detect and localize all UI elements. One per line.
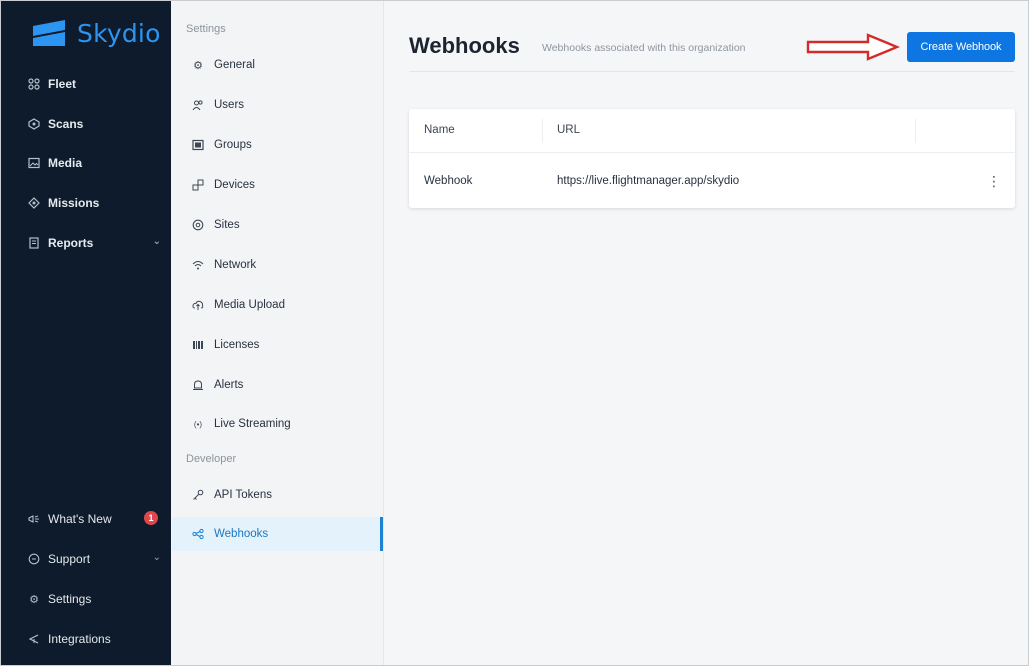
nav-label: Missions	[48, 196, 100, 210]
settings-item-label: Alerts	[214, 379, 244, 391]
notification-badge: 1	[144, 511, 158, 525]
settings-item-devices[interactable]: Devices	[191, 173, 383, 197]
scan-icon	[28, 118, 40, 130]
groups-icon	[191, 139, 205, 151]
nav-label: Fleet	[48, 77, 77, 91]
settings-item-users[interactable]: Users	[191, 93, 383, 117]
settings-item-label: Groups	[214, 139, 252, 151]
plug-icon	[28, 633, 40, 645]
table-row[interactable]: Webhook https://live.flightmanager.app/s…	[409, 154, 1015, 208]
settings-item-general[interactable]: ⚙ General	[191, 53, 383, 77]
nav-item-reports[interactable]: Reports ⌄	[28, 232, 163, 254]
settings-item-label: Network	[214, 259, 257, 271]
wifi-icon	[191, 259, 205, 271]
create-webhook-button[interactable]: Create Webhook	[907, 32, 1015, 62]
settings-item-webhooks[interactable]: Webhooks	[172, 517, 383, 551]
settings-item-licenses[interactable]: Licenses	[191, 333, 383, 357]
main-nav: Skydio Fleet Scans Media Missions Report…	[1, 1, 171, 665]
gear-icon: ⚙	[193, 59, 203, 72]
settings-item-api-tokens[interactable]: API Tokens	[191, 483, 383, 507]
settings-item-label: Media Upload	[214, 299, 285, 311]
section-heading-settings: Settings	[186, 23, 226, 35]
column-header-url[interactable]: URL	[557, 124, 580, 136]
main-content: Webhooks Webhooks associated with this o…	[384, 1, 1028, 665]
megaphone-icon	[28, 513, 40, 525]
chat-icon	[28, 553, 40, 565]
settings-item-label: Users	[214, 99, 245, 111]
settings-item-label: API Tokens	[214, 489, 272, 501]
section-heading-developer: Developer	[186, 453, 237, 465]
nav-item-missions[interactable]: Missions	[28, 192, 163, 214]
chevron-down-icon: ⌄	[152, 552, 161, 563]
users-icon	[191, 99, 205, 111]
annotation-arrow-icon	[806, 33, 900, 61]
settings-item-label: Sites	[214, 219, 240, 231]
chevron-down-icon: ⌄	[152, 236, 161, 247]
nav-label: Scans	[48, 117, 84, 131]
skydio-logo[interactable]: Skydio	[31, 18, 161, 48]
nav-label: Reports	[48, 236, 94, 250]
nav-item-media[interactable]: Media	[28, 152, 163, 174]
drone-icon	[28, 78, 40, 90]
page-subtitle: Webhooks associated with this organizati…	[542, 42, 746, 54]
broadcast-icon: (•)	[193, 419, 203, 429]
nav-item-fleet[interactable]: Fleet	[28, 73, 163, 95]
location-pin-icon	[191, 219, 205, 231]
nav-label: Support	[48, 552, 91, 566]
webhook-name: Webhook	[424, 175, 473, 187]
nav-item-integrations[interactable]: Integrations	[28, 628, 163, 650]
logo-text: Skydio	[77, 18, 161, 48]
settings-item-network[interactable]: Network	[191, 253, 383, 277]
image-icon	[28, 157, 40, 169]
settings-item-live-streaming[interactable]: (•) Live Streaming	[191, 412, 383, 436]
settings-item-label: Licenses	[214, 339, 260, 351]
page-title: Webhooks	[409, 33, 520, 58]
nav-item-scans[interactable]: Scans	[28, 113, 163, 135]
nav-item-support[interactable]: Support ⌄	[28, 548, 163, 570]
column-header-name[interactable]: Name	[424, 124, 455, 136]
nav-label: Settings	[48, 592, 92, 606]
barcode-icon	[191, 339, 205, 351]
column-divider	[542, 119, 543, 143]
settings-item-groups[interactable]: Groups	[191, 133, 383, 157]
settings-menu: Settings ⚙ General Users Groups Devices …	[171, 1, 384, 665]
report-icon	[28, 237, 40, 249]
webhook-url: https://live.flightmanager.app/skydio	[557, 175, 740, 187]
settings-item-label: General	[214, 59, 255, 71]
bell-icon	[191, 379, 205, 391]
divider	[409, 71, 1015, 72]
cloud-upload-icon	[191, 299, 205, 311]
nav-label: Media	[48, 156, 83, 170]
settings-item-label: Live Streaming	[214, 418, 291, 430]
webhook-icon	[191, 528, 205, 540]
gear-icon: ⚙	[29, 593, 39, 606]
settings-item-media-upload[interactable]: Media Upload	[191, 293, 383, 317]
column-divider	[915, 119, 916, 143]
settings-item-alerts[interactable]: Alerts	[191, 373, 383, 397]
settings-item-label: Devices	[214, 179, 255, 191]
webhooks-table: Name URL Webhook https://live.flightmana…	[409, 109, 1015, 208]
key-icon	[191, 489, 205, 501]
nav-item-whats-new[interactable]: What's New 1	[28, 508, 163, 530]
table-header: Name URL	[409, 109, 1015, 153]
target-icon	[28, 197, 40, 209]
settings-item-label: Webhooks	[214, 528, 269, 540]
nav-item-settings[interactable]: ⚙ Settings	[28, 588, 163, 610]
nav-label: What's New	[48, 512, 112, 526]
devices-icon	[191, 179, 205, 191]
nav-label: Integrations	[48, 632, 111, 646]
skydio-logo-icon	[33, 20, 65, 46]
more-options-icon[interactable]: ⋮	[987, 172, 1001, 190]
settings-item-sites[interactable]: Sites	[191, 213, 383, 237]
